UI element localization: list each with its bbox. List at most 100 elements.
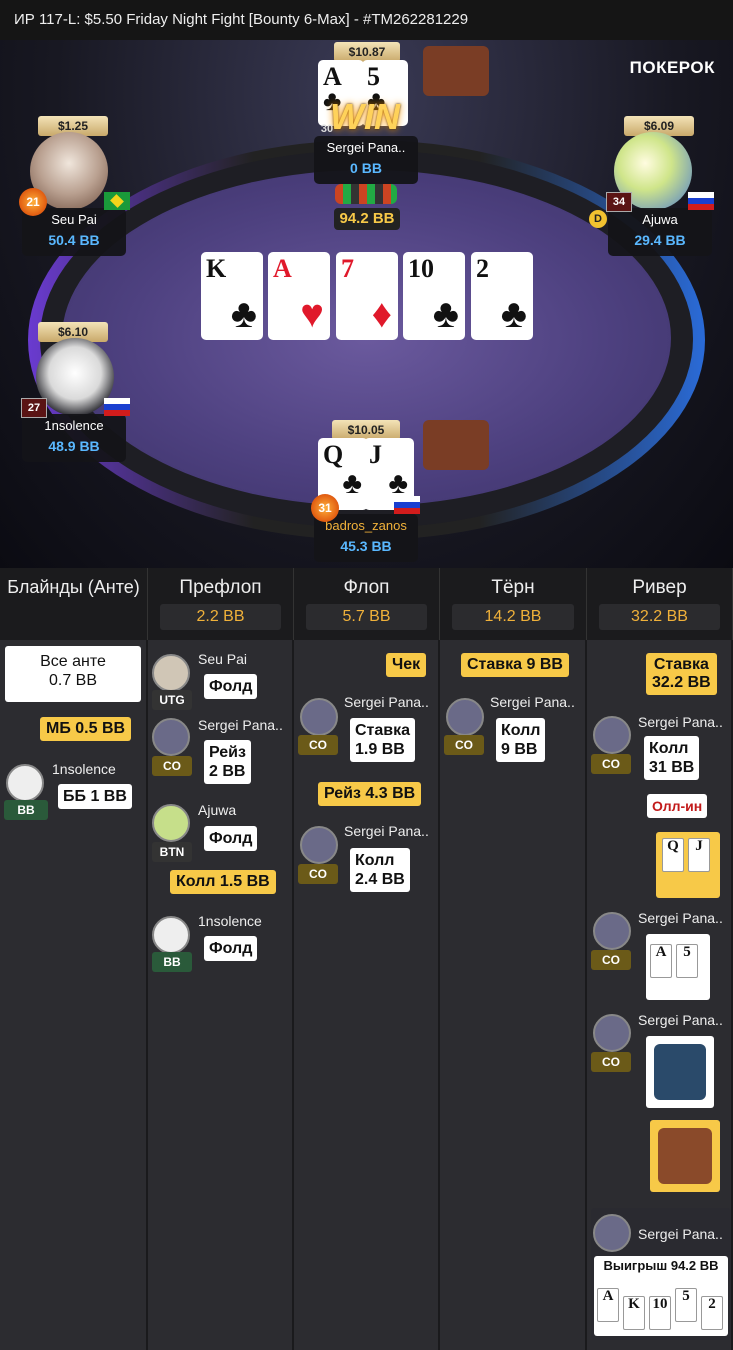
brazil-flag-icon <box>104 192 130 210</box>
turn-pos-1: CO <box>444 735 484 755</box>
winner-card-1: A <box>597 1288 619 1322</box>
river-name-2: Sergei Pana.. <box>638 910 723 926</box>
pf-pos-2: CO <box>152 756 192 776</box>
pot-amount: 94.2 BB <box>334 208 400 230</box>
sergei-nameplate[interactable]: Sergei Pana.. 0 BB <box>314 136 418 184</box>
pf-call: Колл 1.5 BB <box>170 870 276 894</box>
pf-action-5: Фолд <box>204 936 258 961</box>
sergei-stack: $10.87 <box>334 42 400 62</box>
win-banner: WIN <box>330 96 400 137</box>
turn-bet: Ставка 9 BB <box>461 653 569 677</box>
bb-player-name: 1nsolence <box>52 761 116 777</box>
pf-avatar-2 <box>152 718 190 756</box>
river-bet: Ставка 32.2 BB <box>646 653 717 695</box>
dealer-button-icon: D <box>589 210 607 228</box>
turn-name-1: Sergei Pana.. <box>490 694 575 710</box>
pf-action-3: Фолд <box>204 826 258 851</box>
chips-icon <box>335 184 397 204</box>
bb-pos: BB <box>4 800 48 820</box>
river-shown-card-1: A <box>650 944 672 978</box>
col-flop-header: Флоп 5.7 BB <box>294 568 440 640</box>
winner-text: Выигрыш 94.2 BB <box>603 1258 719 1273</box>
badros-emote <box>423 420 489 470</box>
ajuwa-nameplate[interactable]: Ajuwa 29.4 BB <box>608 208 712 256</box>
russia-flag-icon <box>104 398 130 416</box>
insolence-nameplate[interactable]: 1nsolence 48.9 BB <box>22 414 126 462</box>
pf-avatar-5 <box>152 916 190 954</box>
pf-avatar-3 <box>152 804 190 842</box>
river-emote-2 <box>650 1120 720 1192</box>
river-show-card-2: J <box>688 838 710 872</box>
poker-table: ПОКЕРОК $10.87 A ♣ 5 ♣ WIN Sergei Pana.. 0… <box>0 40 733 568</box>
hand-history: Блайнды (Анте) Префлоп 2.2 BB Флоп 5.7 BB … <box>0 568 733 1350</box>
flop-action-1: Ставка 1.9 BB <box>350 718 416 762</box>
river-show-card-1: Q <box>662 838 684 872</box>
brand-logo: ПОКЕРОК <box>629 58 715 77</box>
winner-avatar <box>593 1214 631 1252</box>
river-action-1: Колл 31 BB <box>644 736 700 780</box>
board-card-2: A ♥ <box>268 252 330 340</box>
river-name-1: Sergei Pana.. <box>638 714 723 730</box>
pf-pos-1: UTG <box>152 690 192 710</box>
river-avatar-1 <box>593 716 631 754</box>
flop-pos-2: CO <box>298 864 338 884</box>
col-preflop-header: Префлоп 2.2 BB <box>148 568 294 640</box>
russia-flag-icon <box>688 192 714 210</box>
insolence-level: 27 <box>21 398 47 418</box>
sergei-emote <box>423 46 489 96</box>
turn-action-1: Колл 9 BB <box>496 718 546 762</box>
russia-flag-icon <box>394 496 420 514</box>
winner-name: Sergei Pana.. <box>638 1226 723 1242</box>
pf-action-2: Рейз 2 BB <box>204 740 251 784</box>
pf-name-3: Ajuwa <box>198 802 237 818</box>
pf-action-1: Фолд <box>204 674 258 699</box>
river-avatar-3 <box>593 1014 631 1052</box>
flop-check: Чек <box>386 653 427 677</box>
pf-pos-3: BTN <box>152 842 192 862</box>
col-blinds-header: Блайнды (Анте) <box>0 568 148 640</box>
river-pos-3: CO <box>591 1052 631 1072</box>
winner-card-3: 10 <box>649 1296 671 1330</box>
small-blind: МБ 0.5 BB <box>40 717 132 741</box>
river-shown-card-2: 5 <box>676 944 698 978</box>
flop-raise: Рейз 4.3 BB <box>318 782 422 806</box>
flop-action-2: Колл 2.4 BB <box>350 848 410 892</box>
all-ante: Все анте 0.7 BB <box>5 646 141 702</box>
river-allin: Олл-ин <box>647 794 708 818</box>
flop-name-2: Sergei Pana.. <box>344 823 429 839</box>
river-emote-1 <box>646 1036 714 1108</box>
board-card-3: 7 ♦ <box>336 252 398 340</box>
badros-stack: $10.05 <box>332 420 400 440</box>
winner-card-5: 2 <box>701 1296 723 1330</box>
river-name-3: Sergei Pana.. <box>638 1012 723 1028</box>
window-title: ИР 117-L: $5.50 Friday Night Fight [Boun… <box>0 0 733 40</box>
board-card-1: K ♣ <box>201 252 263 340</box>
pf-avatar-1 <box>152 654 190 692</box>
winner-card-2: K <box>623 1296 645 1330</box>
river-avatar-2 <box>593 912 631 950</box>
winner-card-4: 5 <box>675 1288 697 1322</box>
turn-avatar-1 <box>446 698 484 736</box>
pf-name-2: Sergei Pana.. <box>198 717 283 733</box>
bb-action: ББ 1 BB <box>58 784 132 809</box>
seupai-level: 21 <box>19 188 47 216</box>
ajuwa-level: 34 <box>606 192 632 212</box>
badros-level: 31 <box>311 494 339 522</box>
flop-avatar-1 <box>300 698 338 736</box>
pf-name-1: Seu Pai <box>198 651 248 667</box>
flop-avatar-2 <box>300 826 338 864</box>
col-river-header: Ривер 32.2 BB <box>587 568 733 640</box>
river-pos-2: CO <box>591 950 631 970</box>
col-blinds <box>0 640 148 1350</box>
col-turn-header: Тёрн 14.2 BB <box>440 568 587 640</box>
flop-name-1: Sergei Pana.. <box>344 694 429 710</box>
board-card-4: 10 ♣ <box>403 252 465 340</box>
sergei-level: 30 <box>320 123 334 135</box>
river-pos-1: CO <box>591 754 631 774</box>
insolence-avatar[interactable] <box>36 338 114 416</box>
flop-pos-1: CO <box>298 735 338 755</box>
board-card-5: 2 ♣ <box>471 252 533 340</box>
bb-player-avatar <box>6 764 44 802</box>
pf-name-5: 1nsolence <box>198 913 262 929</box>
pf-pos-5: BB <box>152 952 192 972</box>
